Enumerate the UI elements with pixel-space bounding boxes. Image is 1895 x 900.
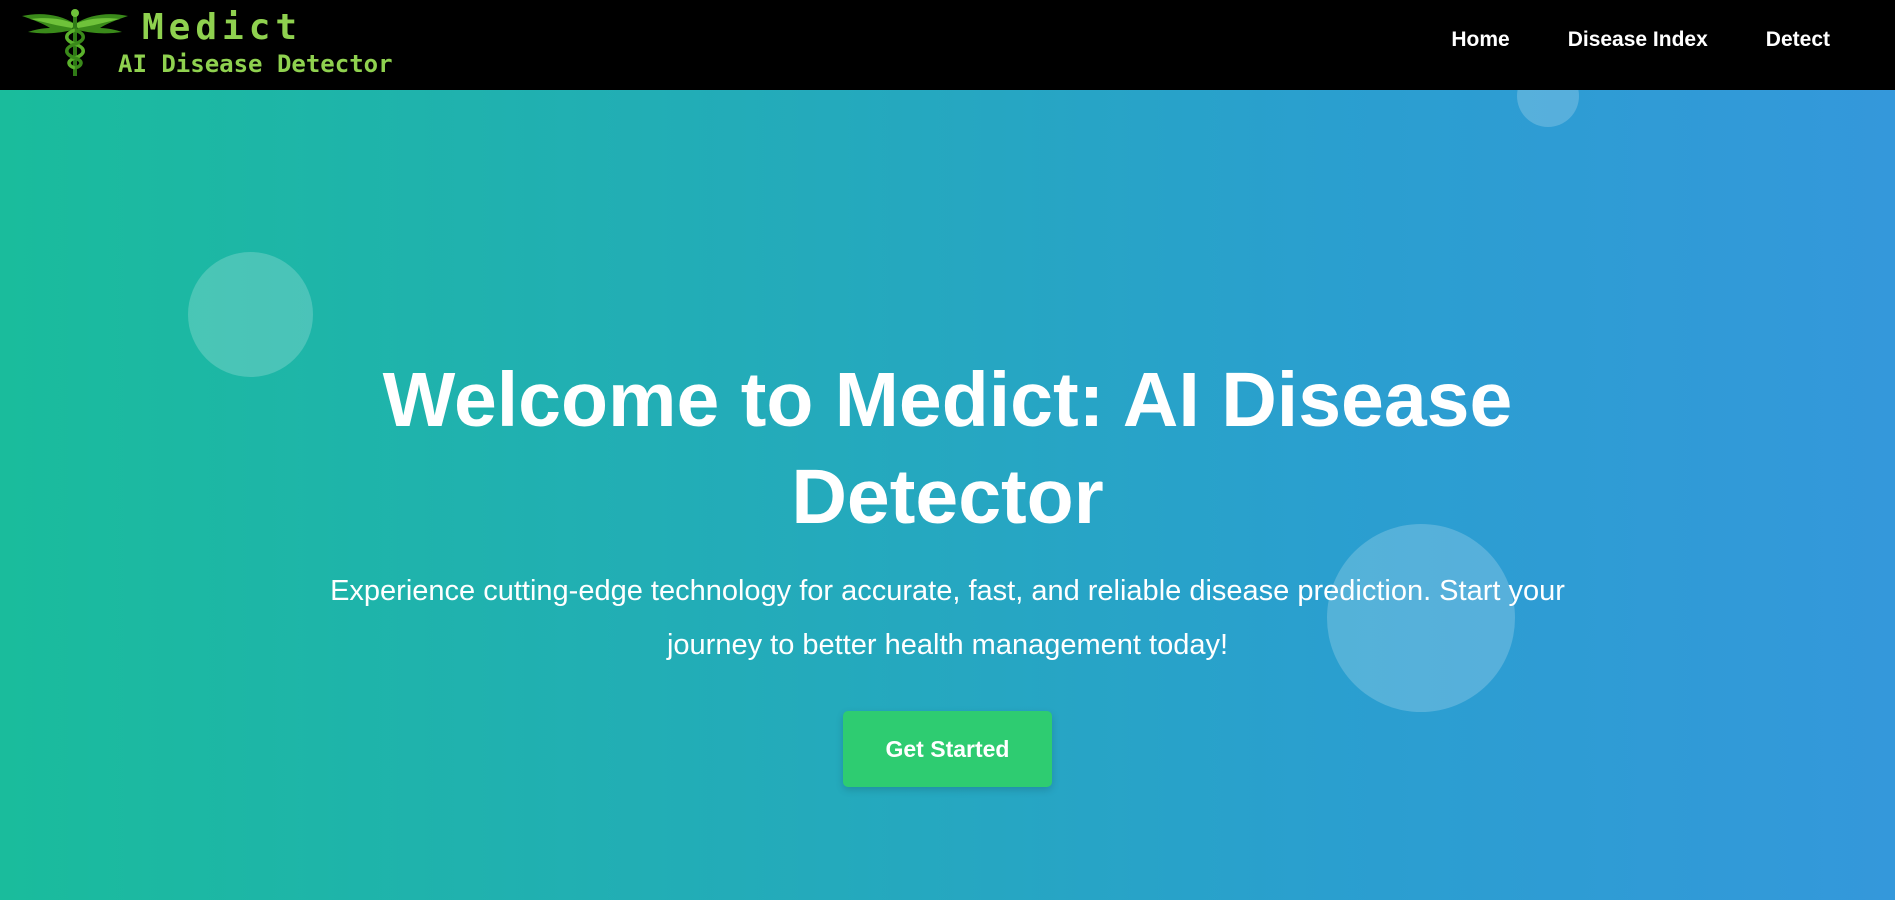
decorative-bubble bbox=[1517, 90, 1579, 127]
navbar: Medict AI Disease Detector Home Disease … bbox=[0, 0, 1895, 90]
main-nav: Home Disease Index Detect bbox=[1451, 28, 1830, 52]
nav-link-home[interactable]: Home bbox=[1451, 28, 1509, 52]
brand-logo[interactable]: Medict AI Disease Detector bbox=[20, 6, 393, 84]
get-started-button[interactable]: Get Started bbox=[843, 711, 1052, 787]
caduceus-icon bbox=[22, 9, 128, 76]
brand-title: Medict bbox=[142, 7, 303, 48]
nav-link-disease-index[interactable]: Disease Index bbox=[1568, 28, 1708, 52]
hero-section: Welcome to Medict: AI Disease Detector E… bbox=[0, 90, 1895, 900]
nav-link-detect[interactable]: Detect bbox=[1766, 28, 1830, 52]
hero-title: Welcome to Medict: AI Disease Detector bbox=[382, 357, 1513, 540]
brand-subtitle: AI Disease Detector bbox=[118, 50, 393, 78]
hero-subtitle: Experience cutting-edge technology for a… bbox=[330, 575, 1565, 661]
